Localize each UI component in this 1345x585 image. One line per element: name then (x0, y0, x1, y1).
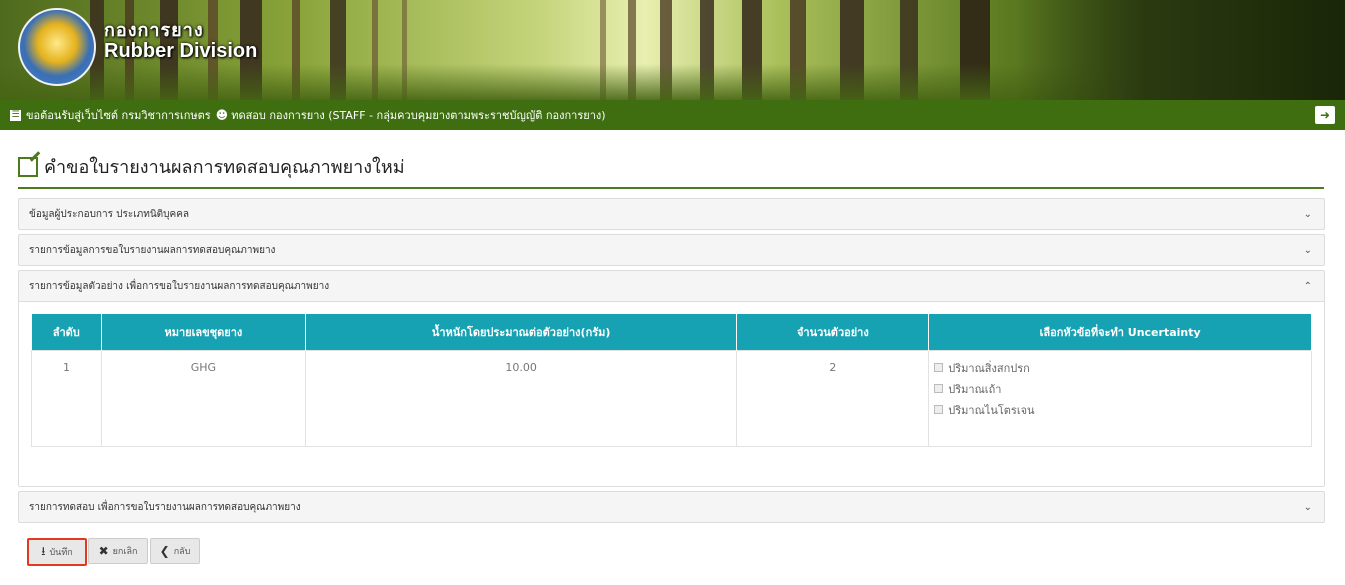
chevron-left-icon: ❮ (159, 544, 170, 558)
column-header-uncertainty: เลือกหัวข้อที่จะทำ Uncertainty (928, 314, 1312, 351)
top-nav-bar: ☰ ขอต้อนรับสู่เว็บไซต์ กรมวิชาการเกษตร ☻… (0, 100, 1345, 130)
column-header-weight: น้ำหนักโดยประมาณต่อตัวอย่าง(กรัม) (305, 314, 738, 351)
uncertainty-option[interactable]: ปริมาณเถ้า (934, 378, 1310, 399)
cell-uncertainty-options: ปริมาณสิ่งสกปรก ปริมาณเถ้า ปริมาณไนโตรเจ… (928, 350, 1312, 447)
uncertainty-option[interactable]: ปริมาณสิ่งสกปรก (934, 357, 1310, 378)
column-header-index: ลำดับ (31, 314, 102, 351)
page-title: คำขอใบรายงานผลการทดสอบคุณภาพยางใหม่ (18, 152, 1324, 189)
cell-index: 1 (31, 350, 102, 447)
panel-title: ข้อมูลผู้ประกอบการ ประเภทนิติบุคคล (29, 208, 190, 220)
chevron-down-icon[interactable]: ⌄ (1304, 502, 1312, 513)
panel-test-list[interactable]: รายการทดสอบ เพื่อการขอใบรายงานผลการทดสอบ… (18, 491, 1325, 523)
user-icon: ☻ (215, 108, 229, 122)
cancel-button-label: ยกเลิก (112, 547, 138, 557)
column-header-sample-count: จำนวนตัวอย่าง (736, 314, 930, 351)
panel-header[interactable]: รายการทดสอบ เพื่อการขอใบรายงานผลการทดสอบ… (19, 492, 1324, 522)
checkbox[interactable] (934, 405, 944, 414)
close-icon: ✖ (98, 544, 109, 558)
site-logo-text: กองการยาง Rubber Division (104, 20, 257, 62)
chevron-up-icon[interactable]: ⌃ (1304, 281, 1312, 292)
panel-header[interactable]: รายการข้อมูลการขอใบรายงานผลการทดสอบคุณภา… (19, 235, 1324, 265)
checkbox[interactable] (934, 363, 944, 372)
site-banner: กองการยาง Rubber Division (0, 0, 1345, 100)
sign-out-icon[interactable]: ➜ (1315, 106, 1335, 124)
sample-table: ลำดับ หมายเลขชุดยาง น้ำหนักโดยประมาณต่อต… (31, 314, 1312, 447)
save-button[interactable]: ⭳ บันทึก (27, 538, 87, 566)
list-icon[interactable]: ☰ (10, 109, 21, 121)
panel-operator-info[interactable]: ข้อมูลผู้ประกอบการ ประเภทนิติบุคคล ⌄ (18, 198, 1325, 230)
checkbox-label: ปริมาณเถ้า (948, 382, 1002, 396)
download-icon: ⭳ (41, 543, 46, 558)
cell-weight: 10.00 (304, 350, 738, 447)
logo-text-thai: กองการยาง (104, 20, 204, 40)
panel-body: ลำดับ หมายเลขชุดยาง น้ำหนักโดยประมาณต่อต… (19, 301, 1324, 486)
chevron-down-icon[interactable]: ⌄ (1304, 209, 1312, 220)
panel-header[interactable]: รายการข้อมูลตัวอย่าง เพื่อการขอใบรายงานผ… (19, 271, 1324, 301)
panel-title: รายการทดสอบ เพื่อการขอใบรายงานผลการทดสอบ… (29, 501, 301, 513)
welcome-text: ขอต้อนรับสู่เว็บไซต์ กรมวิชาการเกษตร (26, 109, 211, 122)
edit-icon (18, 156, 38, 177)
save-button-label: บันทึก (49, 548, 73, 558)
chevron-down-icon[interactable]: ⌄ (1304, 245, 1312, 256)
back-button[interactable]: ❮ กลับ (150, 538, 200, 564)
cell-sample-count: 2 (736, 350, 930, 447)
uncertainty-option[interactable]: ปริมาณไนโตรเจน (934, 399, 1310, 420)
column-header-lot-number: หมายเลขชุดยาง (101, 314, 306, 351)
page-title-text: คำขอใบรายงานผลการทดสอบคุณภาพยางใหม่ (44, 157, 405, 178)
table-row: 1 GHG 10.00 2 ปริมาณสิ่งสกปรก ปริมาณเถ้า (31, 350, 1312, 447)
cell-lot-number: GHG (100, 350, 306, 447)
panel-header[interactable]: ข้อมูลผู้ประกอบการ ประเภทนิติบุคคล ⌄ (19, 199, 1324, 229)
panel-title: รายการข้อมูลการขอใบรายงานผลการทดสอบคุณภา… (29, 244, 276, 256)
logo-text-english: Rubber Division (104, 40, 258, 62)
back-button-label: กลับ (173, 547, 191, 557)
current-user-text: ทดสอบ กองการยาง (STAFF - กลุ่มควบคุมยางต… (231, 109, 606, 122)
panel-request-info[interactable]: รายการข้อมูลการขอใบรายงานผลการทดสอบคุณภา… (18, 234, 1325, 266)
cancel-button[interactable]: ✖ ยกเลิก (88, 538, 148, 564)
checkbox-label: ปริมาณไนโตรเจน (948, 403, 1035, 417)
panel-title: รายการข้อมูลตัวอย่าง เพื่อการขอใบรายงานผ… (29, 280, 330, 292)
checkbox[interactable] (934, 384, 944, 393)
department-seal-logo (18, 8, 96, 86)
checkbox-label: ปริมาณสิ่งสกปรก (948, 361, 1030, 375)
panel-sample-info: รายการข้อมูลตัวอย่าง เพื่อการขอใบรายงานผ… (18, 270, 1325, 487)
